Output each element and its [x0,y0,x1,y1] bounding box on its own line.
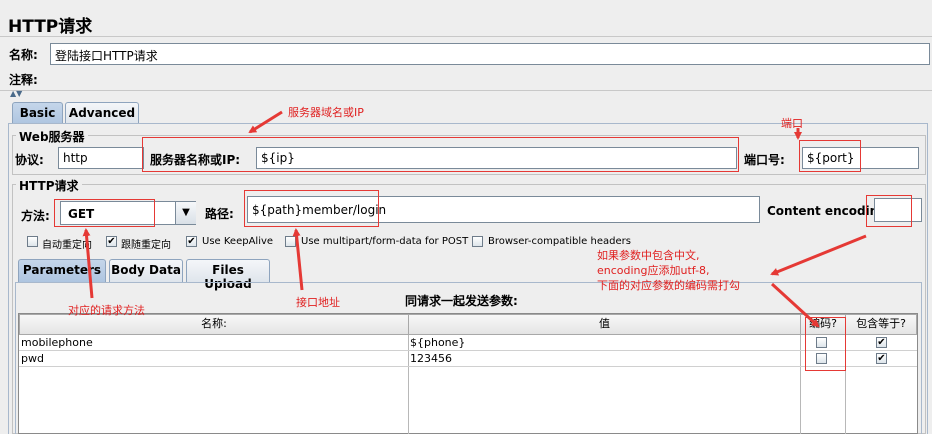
arrow-to-server [248,110,283,134]
annotation-arrows [82,110,867,328]
arrow-to-encoding [770,234,867,276]
arrow-to-path [292,228,304,291]
arrow-to-encode-column [770,282,820,328]
arrow-to-method [82,228,94,299]
